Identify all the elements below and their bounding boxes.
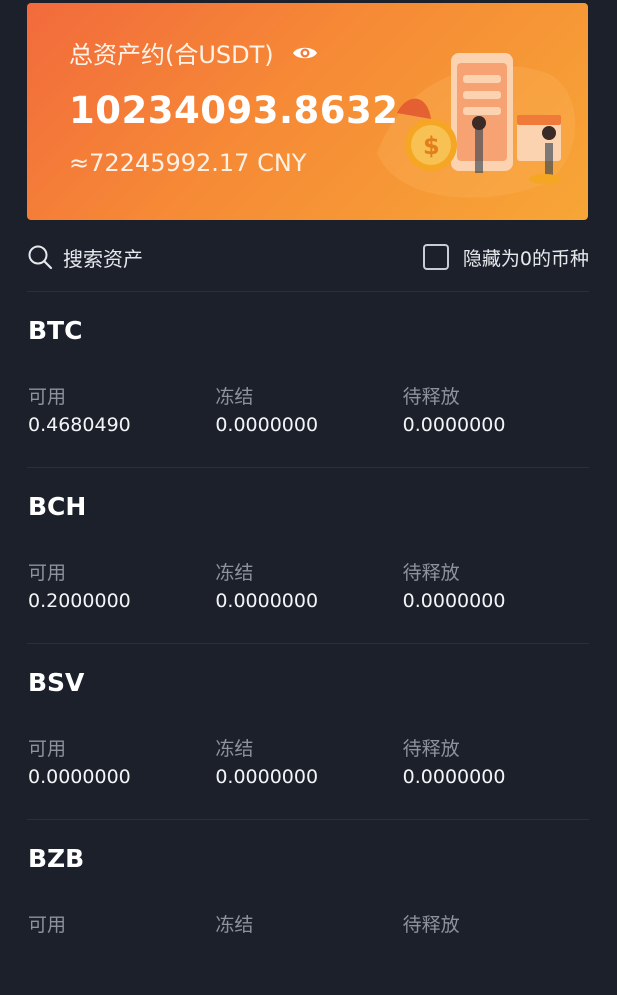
- frozen-value: 0.0000000: [215, 590, 319, 612]
- pending-label: 待释放: [402, 562, 460, 584]
- available-label: 可用: [28, 738, 67, 760]
- pending-value: 0.0000000: [402, 590, 506, 612]
- frozen-label: 冻结: [215, 914, 254, 936]
- frozen-value: 0.0000000: [215, 414, 319, 436]
- available-label: 可用: [28, 386, 67, 408]
- asset-item[interactable]: BSV 可用 0.0000000 冻结 0.0000000 待释放 0.0000000: [27, 644, 589, 819]
- search-icon: [28, 245, 53, 270]
- asset-toolbar: 搜索资产 隐藏为0的币种: [27, 236, 589, 278]
- pending-value: 0.0000000: [402, 414, 506, 436]
- available-value: 0.0000000: [28, 766, 131, 788]
- frozen-label: 冻结: [215, 738, 254, 760]
- total-assets-title: 总资产约(合USDT): [69, 35, 318, 70]
- frozen-label: 冻结: [215, 386, 254, 408]
- asset-name: BSV: [28, 668, 85, 697]
- search-label: 搜索资产: [63, 246, 143, 271]
- hide-zero-checkbox[interactable]: [422, 244, 449, 270]
- asset-item[interactable]: BCH 可用 0.2000000 冻结 0.0000000 待释放 0.0000000: [27, 468, 589, 643]
- frozen-label: 冻结: [215, 562, 254, 584]
- pending-label: 待释放: [402, 914, 460, 936]
- hide-zero-label: 隐藏为0的币种: [462, 247, 589, 270]
- total-assets-banner: 总资产约(合USDT) 10234093.8632 ≈72245992.17 C…: [27, 3, 588, 220]
- asset-item[interactable]: BZB 可用 冻结 待释放: [27, 820, 589, 995]
- asset-name: BTC: [28, 316, 83, 345]
- asset-name: BZB: [28, 844, 85, 873]
- pending-label: 待释放: [402, 738, 460, 760]
- frozen-value: 0.0000000: [215, 766, 319, 788]
- asset-item[interactable]: BTC 可用 0.4680490 冻结 0.0000000 待释放 0.0000000: [27, 292, 589, 467]
- eye-icon[interactable]: [292, 44, 318, 62]
- total-assets-value: 10234093.8632: [69, 89, 399, 132]
- total-assets-cny: ≈72245992.17 CNY: [69, 149, 307, 177]
- svg-text:$: $: [423, 132, 440, 160]
- available-label: 可用: [28, 914, 67, 936]
- total-assets-label: 总资产约(合USDT): [69, 41, 274, 69]
- pending-label: 待释放: [402, 386, 460, 408]
- asset-name: BCH: [28, 492, 87, 521]
- finance-illustration: $: [377, 53, 576, 198]
- hide-zero-toggle[interactable]: 隐藏为0的币种: [422, 244, 589, 271]
- available-label: 可用: [28, 562, 67, 584]
- pending-value: 0.0000000: [402, 766, 506, 788]
- available-value: 0.4680490: [28, 414, 131, 436]
- available-value: 0.2000000: [28, 590, 131, 612]
- search-assets[interactable]: 搜索资产: [27, 243, 143, 272]
